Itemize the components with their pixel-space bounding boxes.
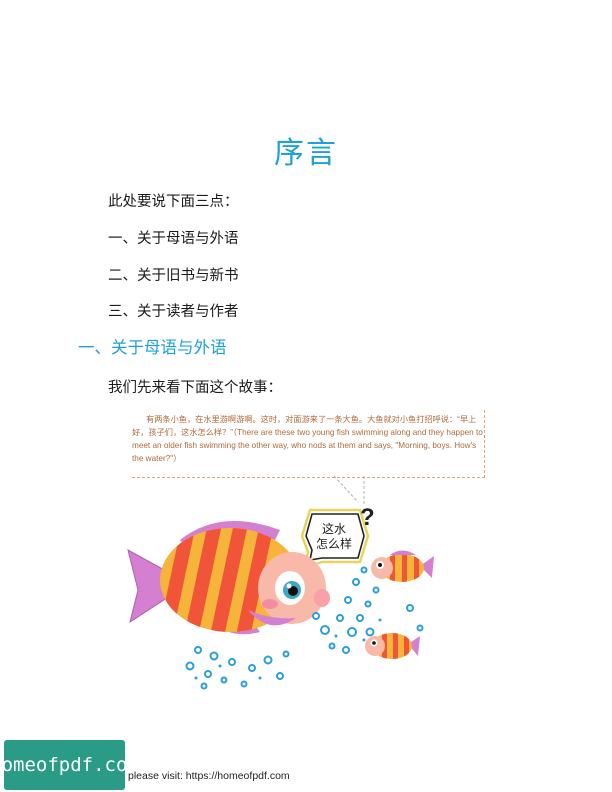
page-title: 序言 <box>274 136 338 171</box>
fish-illustration <box>127 521 434 690</box>
big-fish <box>127 521 330 635</box>
section-intro: 我们先来看下面这个故事： <box>108 380 282 396</box>
story-box: 有两条小鱼，在水里游啊游啊。这时，对面游来了一条大鱼。大鱼就对小鱼打招呼说：“早… <box>132 410 485 478</box>
point-3: 三、关于读者与作者 <box>108 304 239 320</box>
footer-text: please visit: https://homeofpdf.com <box>128 770 290 782</box>
section-heading: 一、关于母语与外语 <box>78 338 227 357</box>
site-badge[interactable]: homeofpdf.com <box>0 740 139 790</box>
intro-text: 此处要说下面三点： <box>108 194 239 210</box>
small-fish-1 <box>371 550 434 582</box>
point-2: 二、关于旧书与新书 <box>108 268 239 284</box>
point-1: 一、关于母语与外语 <box>108 231 239 247</box>
